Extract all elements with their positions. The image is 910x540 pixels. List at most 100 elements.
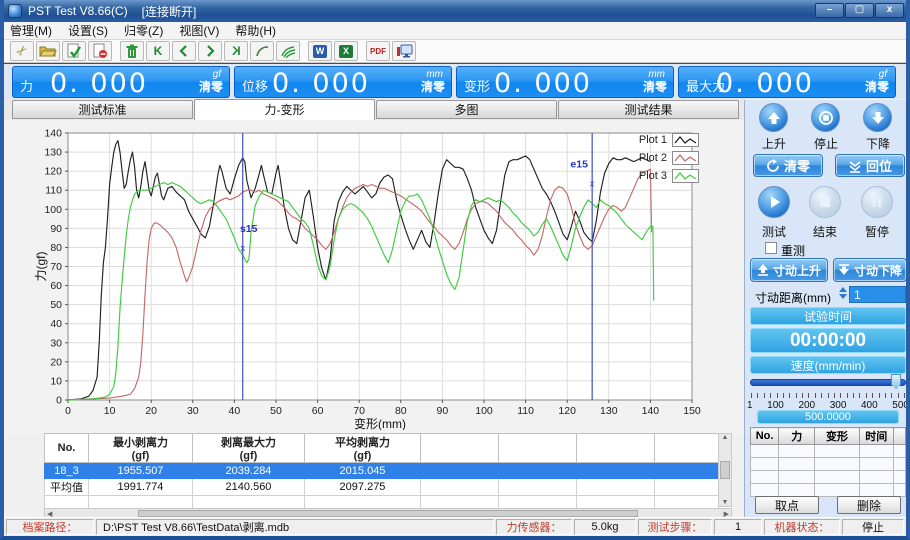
max-force-meter: 最大力 0. 000 gf 清零	[678, 66, 896, 98]
result-row[interactable]: 平均值1991.7742140.5602097.275	[45, 479, 719, 496]
results-header	[421, 434, 499, 463]
tab-item[interactable]: 测试结果	[558, 100, 739, 119]
status-label: 机器状态：	[764, 519, 840, 535]
menu-item[interactable]: 视图(V)	[179, 22, 219, 39]
minimize-button[interactable]: –	[815, 3, 844, 18]
delete-button[interactable]: 删除	[837, 496, 901, 514]
displacement-clear-button[interactable]: 清零	[421, 78, 445, 95]
points-row[interactable]	[751, 484, 906, 497]
curve-icon[interactable]	[250, 41, 274, 61]
vertical-scrollbar[interactable]: ▲▼	[718, 433, 732, 507]
first-record-glyph: K	[154, 45, 163, 57]
menu-item[interactable]: 归零(Z)	[124, 22, 163, 39]
inch-up-icon	[757, 264, 769, 276]
legend-entry[interactable]: Plot 1	[607, 131, 699, 149]
legend-entry[interactable]: Plot 2	[607, 149, 699, 167]
inch-down-button[interactable]: 寸动下降	[833, 258, 907, 282]
home-label: 回位	[866, 156, 892, 175]
tab-item[interactable]: 多图	[376, 100, 557, 119]
points-row[interactable]	[751, 445, 906, 458]
maximize-button[interactable]: ▢	[845, 3, 874, 18]
points-row[interactable]	[751, 471, 906, 484]
menu-item[interactable]: 设置(S)	[68, 22, 108, 39]
retest-checkbox[interactable]	[765, 242, 777, 254]
save-check-icon[interactable]	[62, 41, 86, 61]
speed-slider-thumb[interactable]	[891, 374, 901, 389]
tick-mark	[821, 393, 822, 398]
pause-button[interactable]	[861, 186, 893, 218]
refresh-icon	[766, 159, 780, 173]
export-word-icon[interactable]: W	[308, 41, 332, 61]
title-bar[interactable]: PST Test V8.66(C) [连接断开] – ▢ x	[0, 0, 910, 22]
export-pdf-icon[interactable]: PDF	[366, 41, 390, 61]
force-clear-button[interactable]: 清零	[199, 78, 223, 95]
last-record-icon[interactable]: K	[224, 41, 248, 61]
menu-item[interactable]: 管理(M)	[10, 22, 52, 39]
first-record-icon[interactable]: K	[146, 41, 170, 61]
tick-mark	[808, 393, 809, 398]
force-value: 0. 000	[13, 68, 185, 99]
close-button[interactable]: x	[875, 3, 904, 18]
tick-mark	[789, 393, 790, 398]
tick-mark	[840, 393, 841, 398]
svg-text:110: 110	[45, 185, 62, 197]
export-excel-icon[interactable]: X	[334, 41, 358, 61]
inch-distance-spinner[interactable]	[839, 287, 847, 299]
points-cell	[893, 445, 905, 458]
app-window: PST Test V8.66(C) [连接断开] – ▢ x 管理(M) 设置(S…	[0, 0, 910, 540]
test-time-display: 00:00:00	[750, 328, 906, 353]
legend-entry[interactable]: Plot 3	[607, 167, 699, 185]
menu-item[interactable]: 帮助(H)	[235, 22, 276, 39]
results-header: 最小剥离力(gf)	[89, 434, 193, 463]
trash-icon[interactable]	[120, 41, 144, 61]
clear-zero-button[interactable]: 清零	[753, 154, 823, 177]
home-button[interactable]: 回位	[835, 154, 905, 177]
tick-mark	[796, 393, 797, 398]
result-cell	[655, 463, 719, 479]
cut-icon[interactable]: ✂	[10, 41, 34, 61]
results-header: 剥离最大力(gf)	[193, 434, 305, 463]
result-row[interactable]: 18_31955.5072039.2842015.045	[45, 463, 719, 479]
delete-file-icon[interactable]	[88, 41, 112, 61]
points-cell	[859, 471, 893, 484]
max-force-clear-button[interactable]: 清零	[865, 78, 889, 95]
spin-up-icon[interactable]	[839, 287, 847, 292]
points-cell	[893, 471, 905, 484]
points-table: No.力变形时间	[750, 427, 906, 497]
svg-text:100: 100	[44, 204, 62, 216]
status-label: 力传感器：	[496, 519, 572, 535]
open-file-icon[interactable]	[36, 41, 60, 61]
points-row[interactable]	[751, 458, 906, 471]
stop-button[interactable]	[811, 103, 840, 132]
jog-up-button[interactable]	[759, 103, 788, 132]
last-record-glyph: K	[232, 45, 241, 57]
spin-down-icon[interactable]	[839, 294, 847, 299]
results-header	[499, 434, 577, 463]
tab-item[interactable]: 测试标准	[12, 100, 193, 119]
app-icon	[8, 4, 22, 18]
meter-row: 力 0. 000 gf 清零 位移 0. 000 mm 清零 变形 0. 000…	[4, 63, 906, 99]
points-cell	[751, 445, 779, 458]
prev-record-icon[interactable]	[172, 41, 196, 61]
end-button[interactable]	[809, 186, 841, 218]
chart-panel: 0102030405060708090100110120130140150010…	[4, 120, 744, 433]
tab-active[interactable]: 力-变形	[194, 99, 375, 120]
monitor-glyph	[396, 44, 413, 59]
inch-up-button[interactable]: 寸动上升	[750, 258, 828, 282]
jog-down-button[interactable]	[863, 103, 892, 132]
speed-slider-track[interactable]	[750, 379, 906, 386]
test-button[interactable]	[758, 186, 790, 218]
deformation-clear-button[interactable]: 清零	[643, 78, 667, 95]
points-cell	[779, 484, 815, 497]
svg-text:50: 50	[270, 405, 282, 417]
multi-curve-icon[interactable]	[276, 41, 300, 61]
svg-text:150: 150	[683, 405, 701, 417]
legend-label: Plot 3	[639, 170, 667, 182]
pick-point-button[interactable]: 取点	[755, 496, 819, 514]
tick-mark	[853, 393, 854, 398]
result-cell	[577, 463, 655, 479]
inch-distance-input[interactable]: 1	[849, 286, 906, 303]
results-header	[577, 434, 655, 463]
next-record-icon[interactable]	[198, 41, 222, 61]
monitor-icon[interactable]	[392, 41, 416, 61]
